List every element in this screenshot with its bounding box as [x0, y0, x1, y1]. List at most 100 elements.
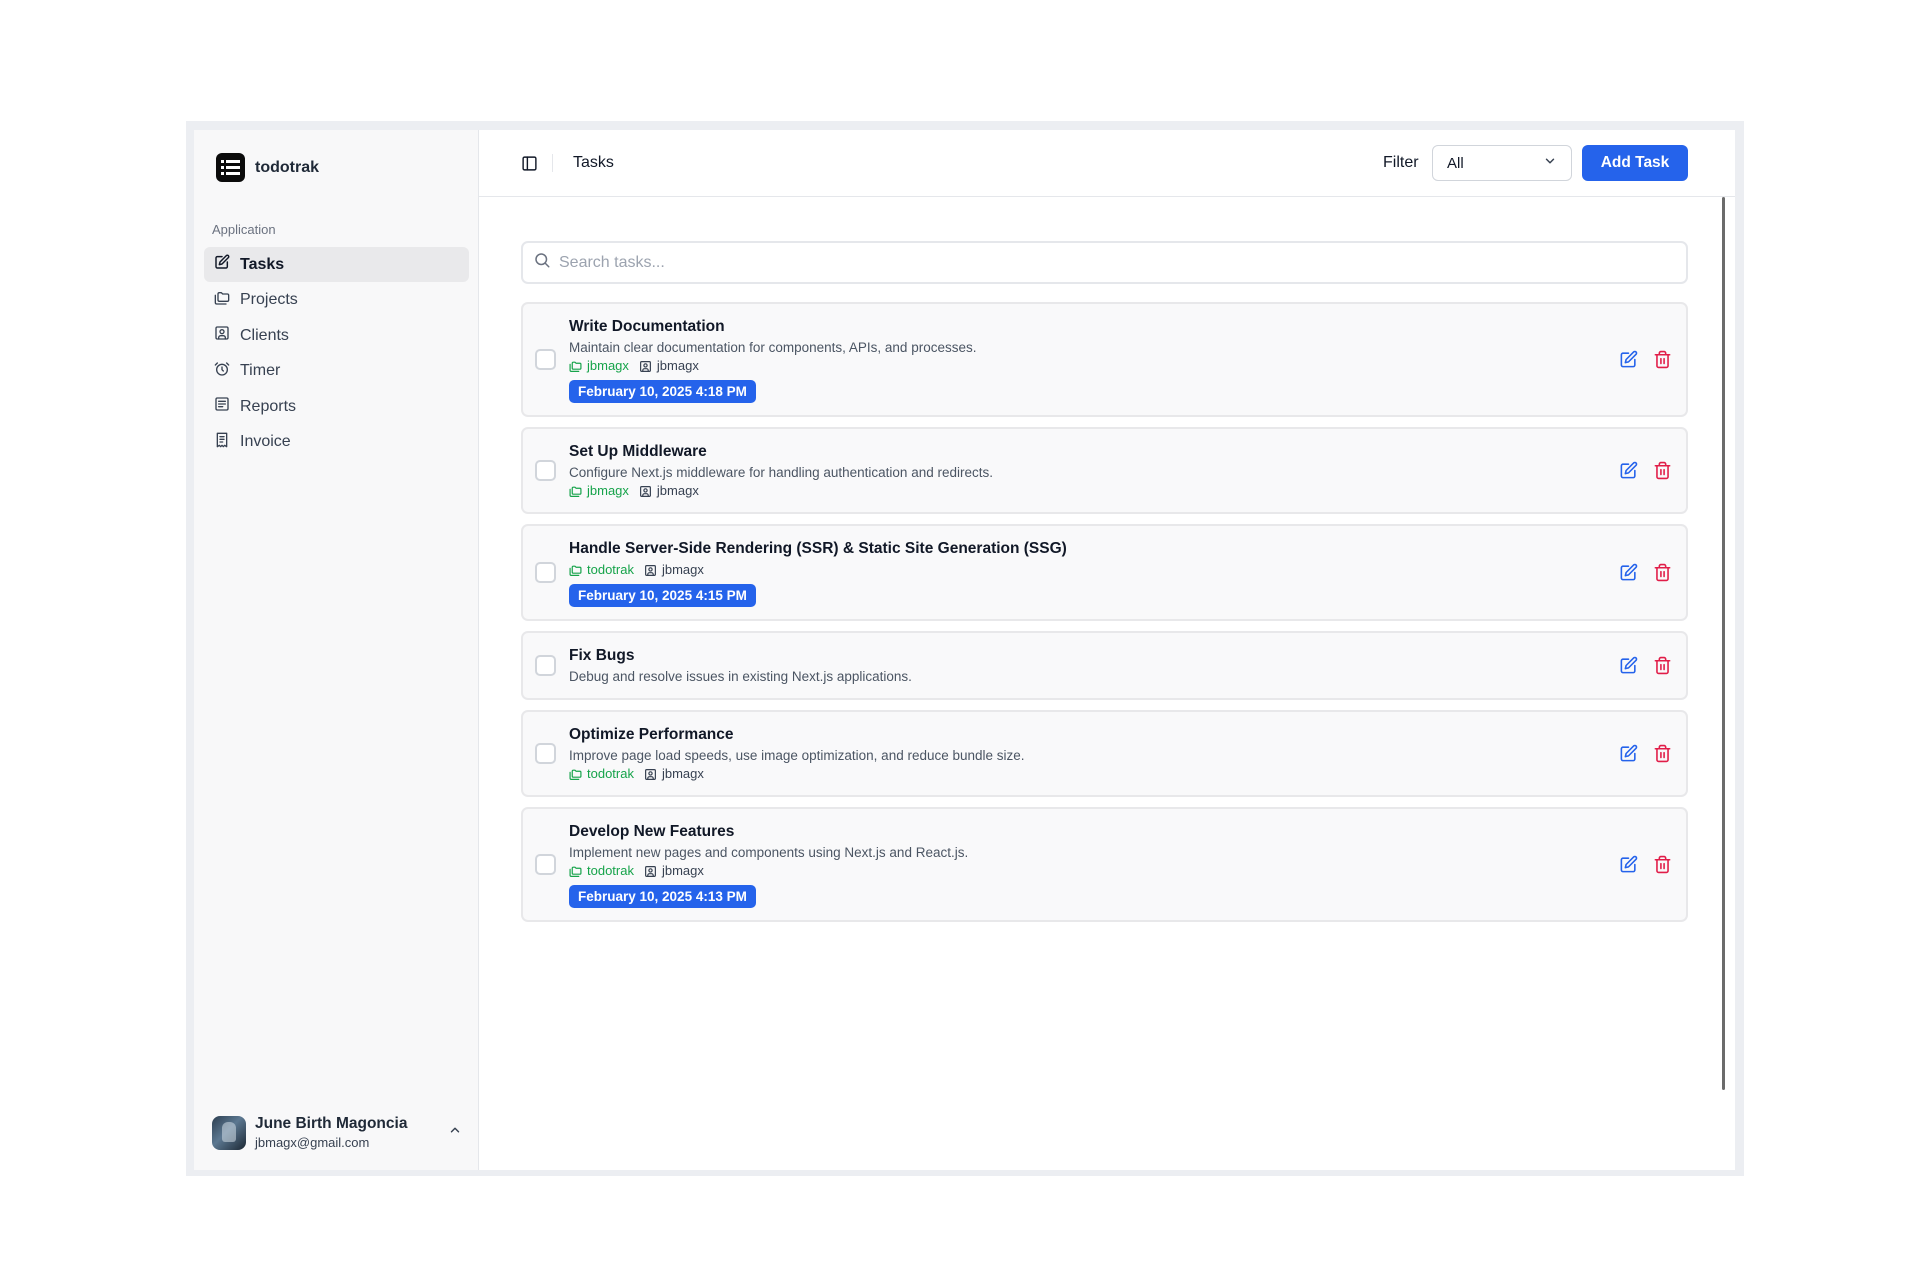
- task-description: Improve page load speeds, use image opti…: [569, 748, 1025, 763]
- filter-label: Filter: [1383, 154, 1419, 171]
- sidebar-toggle-icon[interactable]: [521, 155, 539, 173]
- task-meta: jbmagx jbmagx: [569, 357, 1606, 375]
- avatar: [212, 1115, 246, 1150]
- search-input[interactable]: [559, 253, 1686, 272]
- trash-icon[interactable]: [1653, 461, 1672, 480]
- contact-icon: [639, 360, 651, 372]
- search-icon: [533, 251, 551, 274]
- edit-icon[interactable]: [1619, 350, 1638, 369]
- task-list: Write Documentation Maintain clear docum…: [521, 302, 1688, 932]
- brand[interactable]: todotrak: [216, 153, 319, 182]
- task-meta: jbmagx jbmagx: [569, 482, 1606, 500]
- edit-icon[interactable]: [1619, 461, 1638, 480]
- edit-icon[interactable]: [1619, 656, 1638, 675]
- trash-icon[interactable]: [1653, 744, 1672, 763]
- brand-name: todotrak: [255, 158, 319, 176]
- trash-icon[interactable]: [1653, 563, 1672, 582]
- folders-icon: [569, 565, 582, 576]
- sidebar-item-clients[interactable]: Clients: [204, 318, 469, 353]
- sidebar-item-tasks[interactable]: Tasks: [204, 247, 469, 282]
- folders-icon: [569, 866, 582, 877]
- task-description: Configure Next.js middleware for handlin…: [569, 465, 993, 480]
- task-description: Implement new pages and components using…: [569, 845, 969, 860]
- task-project[interactable]: todotrak: [569, 561, 634, 579]
- scrollbar[interactable]: [1722, 197, 1725, 1090]
- task-checkbox[interactable]: [535, 561, 556, 583]
- task-card: Develop New Features Implement new pages…: [521, 807, 1688, 922]
- user-name: June Birth Magoncia: [255, 1115, 408, 1132]
- task-card: Handle Server-Side Rendering (SSR) & Sta…: [521, 524, 1688, 621]
- task-title: Fix Bugs: [569, 647, 635, 664]
- task-meta: todotrak jbmagx: [569, 561, 1606, 579]
- sidebar-item-invoice[interactable]: Invoice: [204, 425, 469, 460]
- task-client[interactable]: jbmagx: [639, 357, 699, 375]
- sidebar-item-projects[interactable]: Projects: [204, 283, 469, 318]
- task-card: Write Documentation Maintain clear docum…: [521, 302, 1688, 417]
- task-date-badge: February 10, 2025 4:15 PM: [569, 584, 756, 607]
- task-client-name: jbmagx: [656, 358, 699, 373]
- sidebar-nav: Tasks Projects Clients Timer Reports Inv…: [204, 247, 469, 460]
- task-project-name: todotrak: [587, 863, 634, 878]
- edit-icon[interactable]: [1619, 855, 1638, 874]
- task-client-name: jbmagx: [656, 483, 699, 498]
- task-checkbox[interactable]: [535, 654, 556, 676]
- task-project-name: jbmagx: [587, 483, 629, 498]
- edit-icon[interactable]: [1619, 744, 1638, 763]
- report-icon: [214, 396, 230, 417]
- task-checkbox[interactable]: [535, 348, 556, 370]
- task-date-badge: February 10, 2025 4:18 PM: [569, 380, 756, 403]
- invoice-icon: [214, 432, 230, 453]
- task-client[interactable]: jbmagx: [644, 862, 704, 880]
- add-task-button[interactable]: Add Task: [1582, 145, 1688, 181]
- task-card: Fix Bugs Debug and resolve issues in exi…: [521, 631, 1688, 700]
- sidebar-item-timer[interactable]: Timer: [204, 354, 469, 389]
- trash-icon[interactable]: [1653, 350, 1672, 369]
- trash-icon[interactable]: [1653, 656, 1672, 675]
- task-client-name: jbmagx: [661, 562, 704, 577]
- task-title: Optimize Performance: [569, 726, 734, 743]
- task-project-name: todotrak: [587, 766, 634, 781]
- user-email: jbmagx@gmail.com: [255, 1135, 370, 1150]
- task-meta: todotrak jbmagx: [569, 862, 1606, 880]
- task-checkbox[interactable]: [535, 459, 556, 481]
- task-title: Handle Server-Side Rendering (SSR) & Sta…: [569, 540, 1067, 557]
- task-meta: todotrak jbmagx: [569, 765, 1606, 783]
- sidebar-item-label: Projects: [240, 291, 298, 308]
- filter-select[interactable]: All: [1432, 145, 1572, 181]
- task-project[interactable]: jbmagx: [569, 357, 629, 375]
- sidebar-item-label: Tasks: [240, 255, 285, 273]
- task-title: Set Up Middleware: [569, 443, 707, 460]
- trash-icon[interactable]: [1653, 855, 1672, 874]
- contact-icon: [214, 325, 230, 346]
- task-description: Debug and resolve issues in existing Nex…: [569, 669, 912, 684]
- chevron-up-icon[interactable]: [448, 1123, 462, 1142]
- main-content: Tasks Filter All Add Task Write Document…: [479, 130, 1735, 1170]
- folders-icon: [569, 361, 582, 372]
- contact-icon: [645, 564, 656, 576]
- search-bar: [521, 241, 1688, 284]
- task-card: Set Up Middleware Configure Next.js midd…: [521, 427, 1688, 514]
- task-project[interactable]: jbmagx: [569, 482, 629, 500]
- task-client[interactable]: jbmagx: [644, 765, 704, 783]
- filter-value: All: [1447, 154, 1464, 172]
- contact-icon: [645, 768, 656, 780]
- edit-icon[interactable]: [1619, 563, 1638, 582]
- folders-icon: [214, 290, 230, 311]
- user-menu[interactable]: June Birth Magoncia jbmagx@gmail.com: [212, 1115, 462, 1150]
- task-client[interactable]: jbmagx: [639, 482, 699, 500]
- sidebar-item-label: Timer: [240, 362, 281, 379]
- task-client[interactable]: jbmagx: [644, 561, 704, 579]
- task-checkbox[interactable]: [535, 742, 556, 764]
- sidebar-item-reports[interactable]: Reports: [204, 389, 469, 424]
- folders-icon: [569, 769, 582, 780]
- task-project[interactable]: todotrak: [569, 862, 634, 880]
- chevron-down-icon: [1543, 154, 1557, 172]
- task-checkbox[interactable]: [535, 853, 556, 875]
- section-label: Application: [212, 222, 276, 237]
- task-project-name: jbmagx: [587, 358, 629, 373]
- contact-icon: [645, 865, 656, 877]
- task-project[interactable]: todotrak: [569, 765, 634, 783]
- task-project-name: todotrak: [587, 562, 634, 577]
- list-logo-icon: [216, 153, 245, 182]
- folders-icon: [569, 486, 582, 497]
